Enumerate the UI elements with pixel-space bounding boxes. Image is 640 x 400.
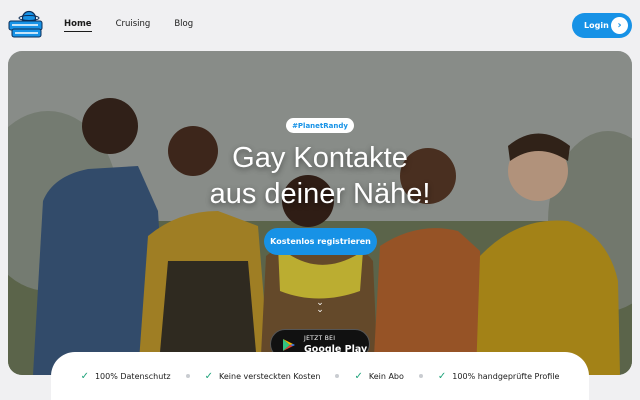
check-icon: ✓: [354, 370, 363, 382]
google-play-icon: [283, 339, 295, 351]
badge-line-1: JETZT BEI: [304, 335, 336, 342]
site-header: Home Cruising Blog Login ›: [0, 0, 640, 50]
login-button[interactable]: Login ›: [572, 13, 632, 38]
login-label: Login: [584, 21, 609, 30]
nav-home[interactable]: Home: [64, 19, 92, 32]
check-icon: ✓: [204, 370, 213, 382]
check-icon: ✓: [80, 370, 89, 382]
nav-cruising[interactable]: Cruising: [116, 19, 151, 32]
planet-randy-logo[interactable]: [8, 10, 44, 38]
nav-blog[interactable]: Blog: [174, 19, 193, 32]
trust-item: ✓ Kein Abo: [354, 371, 403, 382]
trust-item: ✓ 100% handgeprüfte Profile: [438, 371, 560, 382]
trust-item: ✓ Keine versteckten Kosten: [205, 371, 321, 382]
trust-bar: ✓ 100% Datenschutz ✓ Keine versteckten K…: [51, 352, 589, 400]
register-button[interactable]: Kostenlos registrieren: [264, 228, 377, 255]
hero-headline: Gay Kontakte aus deiner Nähe!: [0, 140, 640, 212]
separator-dot: [185, 374, 190, 378]
hero-banner: [8, 51, 632, 375]
separator-dot: [418, 374, 423, 378]
headline-line-2: aus deiner Nähe!: [209, 178, 431, 210]
hero-group-photo: [8, 51, 632, 375]
trust-item: ✓ 100% Datenschutz: [81, 371, 171, 382]
headline-line-1: Gay Kontakte: [232, 142, 408, 174]
main-nav: Home Cruising Blog: [64, 19, 193, 32]
trust-label: 100% handgeprüfte Profile: [452, 371, 560, 381]
trust-label: 100% Datenschutz: [94, 371, 171, 381]
double-chevron-down-icon[interactable]: ⌄ ⌄: [313, 299, 327, 316]
check-icon: ✓: [437, 370, 447, 382]
chevron-right-icon: ›: [611, 17, 628, 34]
trust-label: Kein Abo: [368, 371, 404, 381]
hashtag-badge: #PlanetRandy: [286, 118, 354, 133]
trust-label: Keine versteckten Kosten: [219, 371, 321, 381]
separator-dot: [335, 374, 340, 378]
